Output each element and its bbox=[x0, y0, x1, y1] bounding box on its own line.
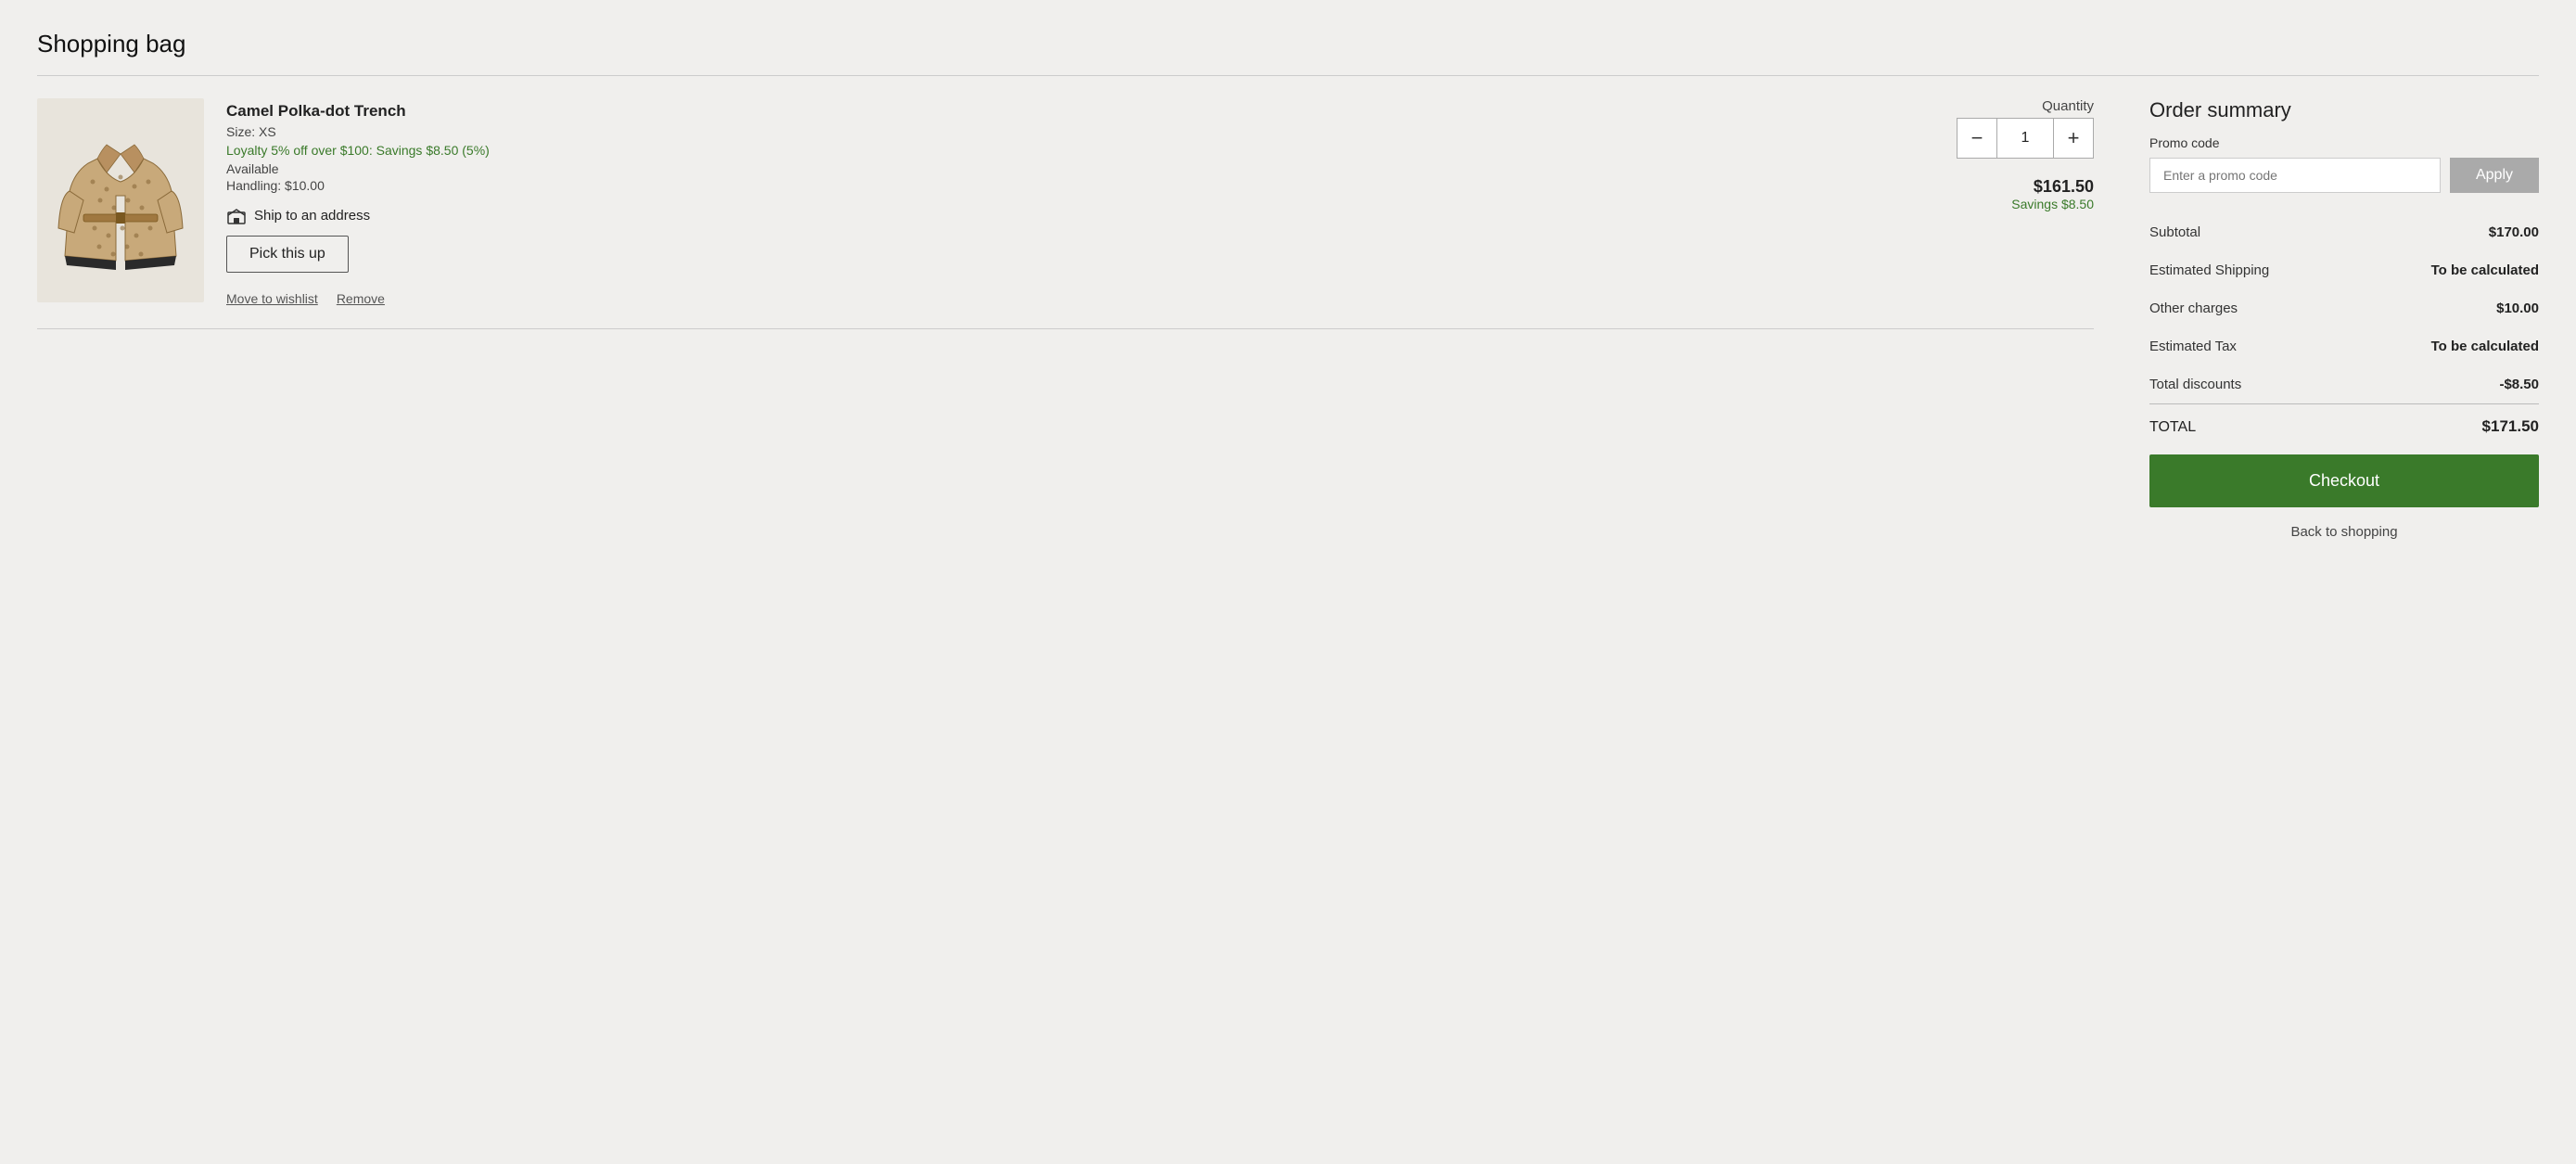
promo-label: Promo code bbox=[2149, 135, 2539, 150]
tax-label: Estimated Tax bbox=[2149, 339, 2237, 354]
shipping-value: To be calculated bbox=[2431, 262, 2539, 278]
wishlist-remove-row: Move to wishlist Remove bbox=[226, 291, 1905, 306]
quantity-label: Quantity bbox=[2042, 98, 2094, 114]
other-charges-value: $10.00 bbox=[2496, 301, 2539, 316]
shipping-label: Estimated Shipping bbox=[2149, 262, 2269, 278]
page-title: Shopping bag bbox=[37, 30, 2539, 58]
quantity-decrease-button[interactable]: − bbox=[1957, 118, 1997, 159]
loyalty-text: Loyalty 5% off over $100: Savings $8.50 … bbox=[226, 143, 1905, 158]
move-to-wishlist-link[interactable]: Move to wishlist bbox=[226, 291, 318, 306]
tax-value: To be calculated bbox=[2431, 339, 2539, 354]
main-layout: Camel Polka-dot Trench Size: XS Loyalty … bbox=[37, 98, 2539, 540]
total-label: TOTAL bbox=[2149, 419, 2196, 436]
discounts-label: Total discounts bbox=[2149, 377, 2241, 392]
order-summary-title: Order summary bbox=[2149, 98, 2539, 122]
item-savings: Savings $8.50 bbox=[2011, 197, 2094, 211]
quantity-value: 1 bbox=[1997, 118, 2053, 159]
item-price: $161.50 bbox=[2011, 177, 2094, 197]
total-value: $171.50 bbox=[2482, 417, 2539, 436]
discounts-value: -$8.50 bbox=[2499, 377, 2539, 392]
remove-link[interactable]: Remove bbox=[337, 291, 385, 306]
ship-icon bbox=[226, 206, 247, 224]
coat-svg bbox=[56, 108, 185, 293]
cart-bottom-divider bbox=[37, 328, 2094, 329]
quantity-price-section: Quantity − 1 + $161.50 Savings $8.50 bbox=[1927, 98, 2094, 306]
subtotal-value: $170.00 bbox=[2489, 224, 2539, 240]
tax-row: Estimated Tax To be calculated bbox=[2149, 327, 2539, 365]
product-name: Camel Polka-dot Trench bbox=[226, 102, 1905, 121]
discounts-row: Total discounts -$8.50 bbox=[2149, 365, 2539, 403]
ship-label: Ship to an address bbox=[254, 208, 370, 224]
quantity-controls: − 1 + bbox=[1957, 118, 2094, 159]
price-block: $161.50 Savings $8.50 bbox=[2011, 170, 2094, 211]
shipping-row: Estimated Shipping To be calculated bbox=[2149, 251, 2539, 289]
product-details: Camel Polka-dot Trench Size: XS Loyalty … bbox=[226, 98, 1905, 306]
total-row: TOTAL $171.50 bbox=[2149, 404, 2539, 454]
apply-promo-button[interactable]: Apply bbox=[2450, 158, 2539, 193]
cart-section: Camel Polka-dot Trench Size: XS Loyalty … bbox=[37, 98, 2094, 352]
promo-row: Apply bbox=[2149, 158, 2539, 193]
subtotal-row: Subtotal $170.00 bbox=[2149, 213, 2539, 251]
promo-code-input[interactable] bbox=[2149, 158, 2441, 193]
pick-up-button[interactable]: Pick this up bbox=[226, 236, 349, 273]
order-summary: Order summary Promo code Apply Subtotal … bbox=[2149, 98, 2539, 540]
product-size: Size: XS bbox=[226, 124, 1905, 139]
handling-text: Handling: $10.00 bbox=[226, 178, 1905, 193]
cart-item-inner: Camel Polka-dot Trench Size: XS Loyalty … bbox=[37, 98, 2094, 306]
product-image bbox=[37, 98, 204, 302]
header-divider bbox=[37, 75, 2539, 76]
ship-to-address: Ship to an address bbox=[226, 206, 1905, 224]
back-to-shopping-link[interactable]: Back to shopping bbox=[2149, 524, 2539, 540]
checkout-button[interactable]: Checkout bbox=[2149, 454, 2539, 507]
subtotal-label: Subtotal bbox=[2149, 224, 2200, 240]
quantity-increase-button[interactable]: + bbox=[2053, 118, 2094, 159]
other-charges-label: Other charges bbox=[2149, 301, 2238, 316]
cart-item: Camel Polka-dot Trench Size: XS Loyalty … bbox=[37, 98, 2094, 328]
availability-text: Available bbox=[226, 161, 1905, 176]
other-charges-row: Other charges $10.00 bbox=[2149, 289, 2539, 327]
